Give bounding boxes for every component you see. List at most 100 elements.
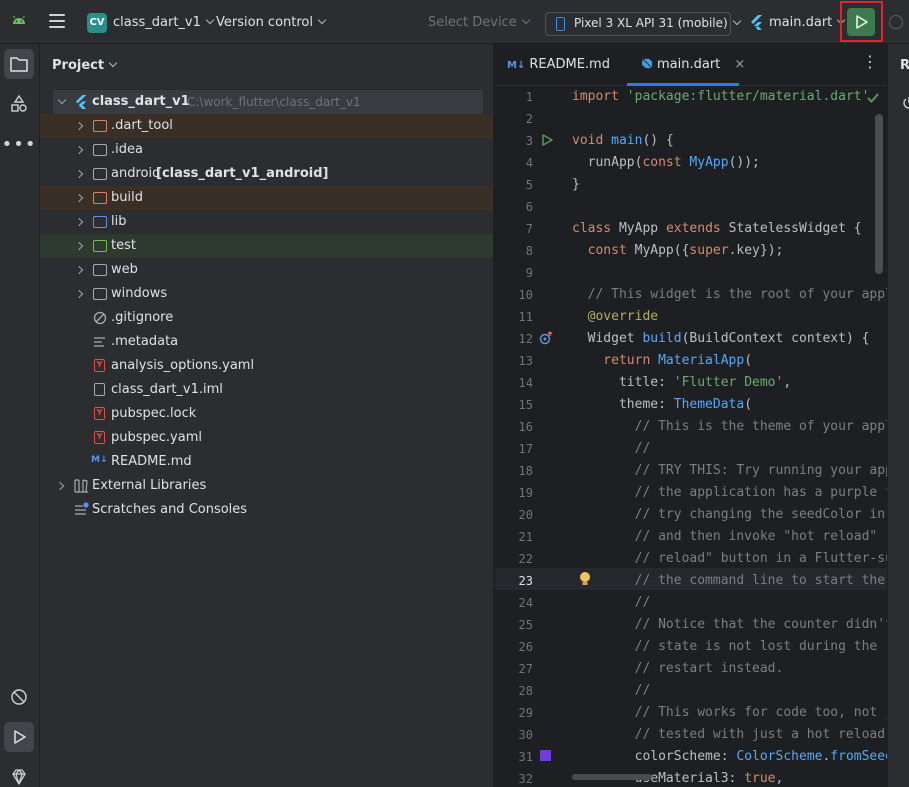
tab-main-dart[interactable]: main.dart × [640, 57, 745, 72]
tree-item-build[interactable]: build [40, 186, 493, 210]
expand-arrow-icon[interactable] [55, 481, 65, 491]
tree-item-external-libraries[interactable]: External Libraries [40, 474, 493, 498]
tree-item-web[interactable]: web [40, 258, 493, 282]
expand-arrow-icon[interactable] [74, 193, 84, 203]
run-tool-button[interactable] [4, 722, 34, 752]
more-tools-button[interactable]: ••• [1, 129, 37, 159]
line-number: 24 [518, 596, 533, 610]
version-control-label: Version control [216, 15, 313, 30]
power-icon[interactable] [902, 96, 909, 110]
inspection-ok-icon[interactable] [866, 92, 880, 104]
android-icon [13, 15, 25, 24]
line-number: 25 [518, 618, 533, 632]
line-number: 4 [525, 156, 533, 170]
run-configuration-selector[interactable]: main.dart [749, 15, 846, 30]
tree-item-gitignore[interactable]: .gitignore [40, 306, 493, 330]
expand-arrow-icon[interactable] [57, 95, 67, 105]
phone-icon [556, 17, 565, 31]
override-gutter-icon[interactable] [539, 331, 555, 345]
editor-tab-bar: M↓ README.md main.dart × ⋮ [495, 44, 887, 86]
tree-item-label: .gitignore [111, 310, 174, 325]
line-number: 21 [518, 530, 533, 544]
more-icon: ••• [1, 133, 37, 155]
left-tool-stripe: ••• [0, 44, 40, 787]
tab-label: main.dart [657, 57, 721, 72]
project-tool-button[interactable] [4, 49, 34, 79]
tree-item-test[interactable]: test [40, 234, 493, 258]
dart-file-icon [641, 58, 653, 69]
diamond-icon [12, 769, 26, 785]
expand-arrow-icon[interactable] [74, 241, 84, 251]
flutter-module-icon [75, 94, 87, 109]
run-configuration-label: main.dart [769, 15, 833, 30]
project-tool-window: Project class_dart_v1 C:\work_flutter\cl… [40, 44, 494, 787]
device-selector[interactable]: Pixel 3 XL API 31 (mobile) [545, 12, 741, 36]
line-number: 5 [525, 178, 533, 192]
module-name: [class_dart_v1_android] [156, 166, 329, 181]
gemini-tool-button[interactable] [4, 762, 34, 787]
project-selector[interactable]: class_dart_v1 [113, 15, 215, 30]
tree-item-lib[interactable]: lib [40, 210, 493, 234]
build-variants-button[interactable] [4, 682, 34, 712]
tree-item-analysis-options[interactable]: Y analysis_options.yaml [40, 354, 493, 378]
horizontal-scrollbar[interactable] [572, 774, 652, 780]
tree-item-iml[interactable]: class_dart_v1.iml [40, 378, 493, 402]
line-number: 11 [518, 310, 533, 324]
version-control-menu[interactable]: Version control [216, 15, 327, 30]
close-tab-icon[interactable]: × [734, 57, 745, 72]
tree-item-pubspec-lock[interactable]: Y pubspec.lock [40, 402, 493, 426]
tree-item-windows[interactable]: windows [40, 282, 493, 306]
run-gutter-icon[interactable] [540, 133, 554, 147]
project-name: class_dart_v1 [113, 15, 201, 30]
line-number: 3 [525, 134, 533, 148]
tab-label: README.md [529, 57, 610, 72]
expand-arrow-icon[interactable] [74, 217, 84, 227]
vertical-scrollbar[interactable] [875, 114, 883, 274]
debug-icon[interactable] [889, 15, 903, 29]
tree-root-item[interactable]: class_dart_v1 C:\work_flutter\class_dart… [53, 90, 483, 114]
tree-item-label: .dart_tool [111, 118, 173, 133]
line-number: 29 [518, 706, 533, 720]
code-area[interactable]: import 'package:flutter/material.dart' v… [572, 86, 887, 787]
tab-actions-icon[interactable]: ⋮ [862, 54, 878, 70]
tree-item-readme[interactable]: M↓ README.md [40, 450, 493, 474]
expand-arrow-icon[interactable] [74, 121, 84, 131]
main-menu-button[interactable] [49, 14, 67, 30]
tree-item-label: test [111, 238, 136, 253]
build-icon [11, 689, 27, 705]
expand-arrow-icon[interactable] [74, 169, 84, 179]
tree-item-metadata[interactable]: .metadata [40, 330, 493, 354]
line-number: 16 [518, 420, 533, 434]
project-view-selector[interactable]: Project [52, 58, 118, 73]
tree-item-pubspec-yaml[interactable]: Y pubspec.yaml [40, 426, 493, 450]
chevron-down-icon [732, 16, 741, 26]
yaml-file-icon: Y [94, 407, 105, 420]
yaml-file-icon: Y [94, 359, 105, 372]
select-device-dropdown[interactable]: Select Device [428, 15, 530, 30]
tree-item-idea[interactable]: .idea [40, 138, 493, 162]
ignore-file-icon [93, 311, 107, 325]
tree-item-label: android [111, 166, 161, 181]
tree-item-scratches[interactable]: Scratches and Consoles [40, 498, 493, 522]
tree-item-label: lib [111, 214, 127, 229]
tree-item-label: .idea [111, 142, 143, 157]
tree-item-android[interactable]: android [class_dart_v1_android] [40, 162, 493, 186]
library-icon [74, 479, 88, 493]
color-swatch-icon[interactable] [540, 750, 551, 761]
resource-manager-button[interactable] [4, 89, 34, 119]
source-folder-icon [93, 216, 107, 228]
web-folder-icon [93, 264, 107, 276]
expand-arrow-icon[interactable] [74, 265, 84, 275]
folder-icon [10, 57, 28, 72]
expand-arrow-icon[interactable] [74, 145, 84, 155]
tab-readme[interactable]: M↓ README.md [507, 57, 610, 72]
expand-arrow-icon[interactable] [74, 289, 84, 299]
tree-item-label: class_dart_v1.iml [111, 382, 223, 397]
project-badge[interactable]: CV [87, 13, 107, 33]
flutter-icon [751, 15, 762, 30]
tree-item-dart-tool[interactable]: .dart_tool [40, 114, 493, 138]
line-number: 32 [518, 772, 533, 786]
tree-item-label: pubspec.yaml [111, 430, 202, 445]
text-file-icon [94, 337, 105, 347]
line-number: 13 [518, 354, 533, 368]
